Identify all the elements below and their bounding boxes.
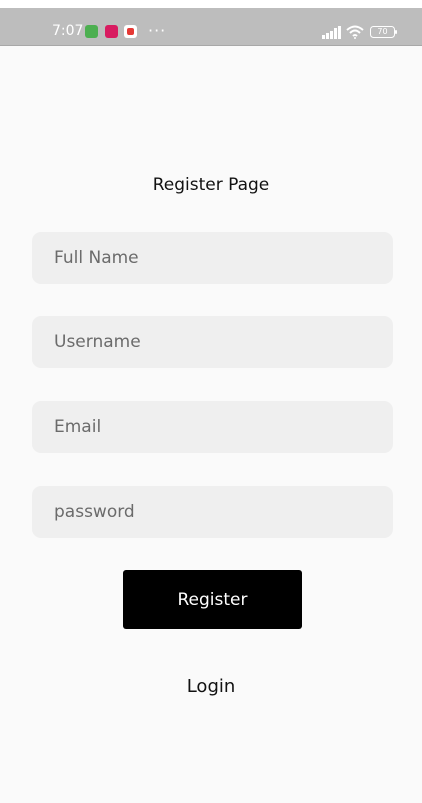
full-name-field bbox=[32, 232, 393, 284]
status-time: 7:07 bbox=[52, 23, 84, 39]
more-notifications-icon: ··· bbox=[148, 21, 167, 40]
login-link[interactable]: Login bbox=[0, 676, 422, 697]
full-name-input[interactable] bbox=[32, 232, 393, 284]
username-input[interactable] bbox=[32, 316, 393, 368]
signal-icon bbox=[322, 26, 341, 39]
username-field bbox=[32, 316, 393, 368]
email-input[interactable] bbox=[32, 401, 393, 453]
email-field bbox=[32, 401, 393, 453]
password-field bbox=[32, 486, 393, 538]
android-notification-icon bbox=[85, 25, 98, 38]
youtube-notification-icon bbox=[124, 25, 137, 38]
top-strip bbox=[0, 0, 422, 8]
register-button[interactable]: Register bbox=[123, 570, 302, 629]
wifi-icon bbox=[346, 25, 364, 39]
status-bar: 7:07 ··· 70 bbox=[0, 8, 422, 46]
battery-level: 70 bbox=[377, 27, 388, 36]
pink-app-notification-icon bbox=[105, 25, 118, 38]
password-input[interactable] bbox=[32, 486, 393, 538]
page-title: Register Page bbox=[152, 175, 270, 195]
